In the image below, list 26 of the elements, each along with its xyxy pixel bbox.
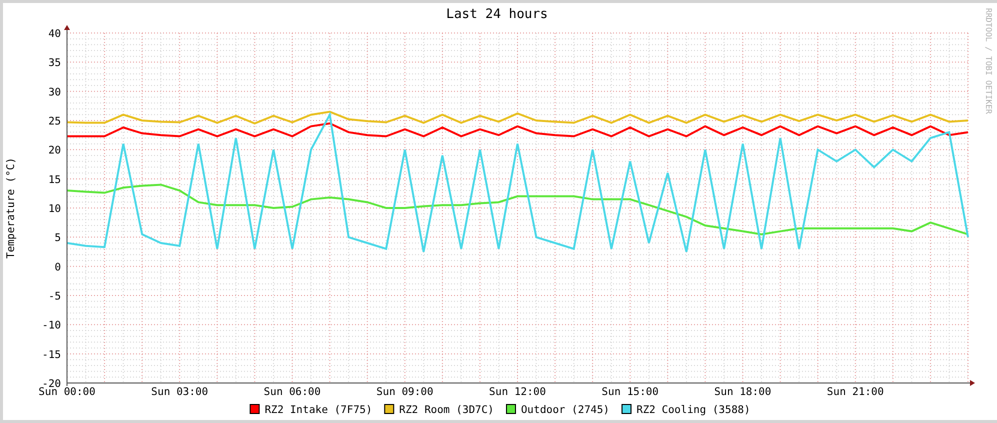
x-tick-label: Sun 21:00 <box>826 386 884 398</box>
y-tick-label: -15 <box>42 348 61 361</box>
credit-text: RRDTOOL / TOBI OETIKER <box>984 8 993 114</box>
legend-label: RZ2 Intake (7F75) <box>264 404 372 416</box>
y-tick-label: 30 <box>48 86 61 98</box>
x-tick-label: Sun 09:00 <box>376 386 434 398</box>
y-tick-label: 5 <box>54 232 61 244</box>
y-tick-label: 40 <box>48 28 61 40</box>
y-tick-label: 10 <box>48 203 61 215</box>
legend-label: Outdoor (2745) <box>521 404 610 416</box>
x-tick-label: Sun 03:00 <box>151 386 208 398</box>
y-tick-label: 0 <box>54 261 61 274</box>
y-tick-label: 15 <box>48 174 61 186</box>
x-tick-label: Sun 06:00 <box>264 386 321 398</box>
y-tick-label: -5 <box>48 290 61 302</box>
legend-label: RZ2 Cooling (3588) <box>636 404 750 416</box>
y-tick-label: 20 <box>48 144 61 157</box>
chart-title: Last 24 hours <box>446 7 548 22</box>
x-tick-label: Sun 12:00 <box>489 386 546 398</box>
y-tick-label: -10 <box>42 320 61 332</box>
y-axis-label: Temperature (°C) <box>5 157 17 259</box>
y-tick-label: 25 <box>48 116 61 128</box>
y-tick-label: 35 <box>48 57 61 70</box>
x-tick-label: Sun 15:00 <box>602 386 659 398</box>
x-tick-label: Sun 18:00 <box>714 386 772 398</box>
legend-label: RZ2 Room (3D7C) <box>399 404 494 416</box>
